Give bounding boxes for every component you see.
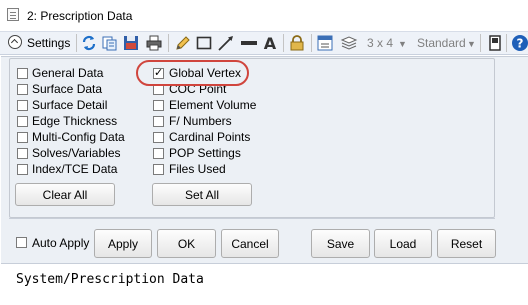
checkbox-element-volume[interactable] xyxy=(153,100,164,111)
label-pop-settings: POP Settings xyxy=(169,146,241,160)
label-f-numbers: F/ Numbers xyxy=(169,114,232,128)
divider xyxy=(9,218,495,219)
apply-button[interactable]: Apply xyxy=(94,229,152,258)
checkbox-general-data[interactable] xyxy=(17,68,28,79)
checkbox-files-used[interactable] xyxy=(153,164,164,175)
checkbox-edge-thickness[interactable] xyxy=(17,116,28,127)
label-general-data: General Data xyxy=(32,66,104,80)
window-icon[interactable] xyxy=(316,34,334,52)
save-button[interactable]: Save xyxy=(311,229,370,258)
layers-icon[interactable] xyxy=(340,34,358,52)
reset-button[interactable]: Reset xyxy=(437,229,496,258)
svg-text:A: A xyxy=(264,34,277,52)
highlight-annotation xyxy=(136,60,249,86)
style-dropdown[interactable]: Standard xyxy=(417,36,466,50)
toolbar-separator xyxy=(283,34,284,52)
rectangle-icon[interactable] xyxy=(195,34,213,52)
svg-text:?: ? xyxy=(517,37,524,51)
copy-icon[interactable] xyxy=(101,34,119,52)
ok-button[interactable]: OK xyxy=(157,229,216,258)
save-icon[interactable] xyxy=(122,34,140,52)
toolbar-separator xyxy=(311,34,312,52)
text-icon[interactable]: A xyxy=(261,34,279,52)
toolbar-separator xyxy=(506,34,507,52)
label-solves-variables: Solves/Variables xyxy=(32,146,121,160)
thick-line-icon[interactable] xyxy=(240,34,258,52)
toolbar-separator xyxy=(480,34,481,52)
layout-dropdown[interactable]: 3 x 4 xyxy=(367,36,393,50)
refresh-icon[interactable] xyxy=(80,34,98,52)
label-multi-config-data: Multi-Config Data xyxy=(32,130,125,144)
checkbox-cardinal-points[interactable] xyxy=(153,132,164,143)
window-icon xyxy=(7,8,19,21)
label-edge-thickness: Edge Thickness xyxy=(32,114,118,128)
checkbox-f-numbers[interactable] xyxy=(153,116,164,127)
label-cardinal-points: Cardinal Points xyxy=(169,130,251,144)
checkbox-multi-config-data[interactable] xyxy=(17,132,28,143)
dropdown-arrow-icon[interactable]: ▼ xyxy=(467,39,476,49)
checkbox-index-tce-data[interactable] xyxy=(17,164,28,175)
settings-button[interactable]: Settings xyxy=(27,36,70,50)
clear-all-button[interactable]: Clear All xyxy=(15,183,115,206)
set-all-button[interactable]: Set All xyxy=(152,183,252,206)
lock-icon[interactable] xyxy=(288,34,306,52)
panel-icon[interactable] xyxy=(486,34,504,52)
window-title: 2: Prescription Data xyxy=(27,9,133,23)
toolbar-separator xyxy=(76,34,77,52)
checkbox-surface-detail[interactable] xyxy=(17,100,28,111)
load-button[interactable]: Load xyxy=(374,229,432,258)
label-surface-data: Surface Data xyxy=(32,82,103,96)
label-auto-apply: Auto Apply xyxy=(32,236,90,250)
label-files-used: Files Used xyxy=(169,162,226,176)
checkbox-pop-settings[interactable] xyxy=(153,148,164,159)
checkbox-solves-variables[interactable] xyxy=(17,148,28,159)
chevron-up-icon[interactable] xyxy=(8,35,22,49)
toolbar-separator xyxy=(168,34,169,52)
cancel-button[interactable]: Cancel xyxy=(221,229,279,258)
print-icon[interactable] xyxy=(145,34,163,52)
label-index-tce-data: Index/TCE Data xyxy=(32,162,118,176)
line-icon[interactable] xyxy=(217,34,235,52)
dropdown-arrow-icon[interactable]: ▼ xyxy=(398,39,407,49)
label-element-volume: Element Volume xyxy=(169,98,257,112)
pencil-icon[interactable] xyxy=(174,34,192,52)
label-surface-detail: Surface Detail xyxy=(32,98,108,112)
checkbox-surface-data[interactable] xyxy=(17,84,28,95)
checkbox-auto-apply[interactable] xyxy=(16,237,27,248)
help-icon[interactable]: ? xyxy=(511,34,528,52)
output-text: System/Prescription Data xyxy=(16,272,204,287)
